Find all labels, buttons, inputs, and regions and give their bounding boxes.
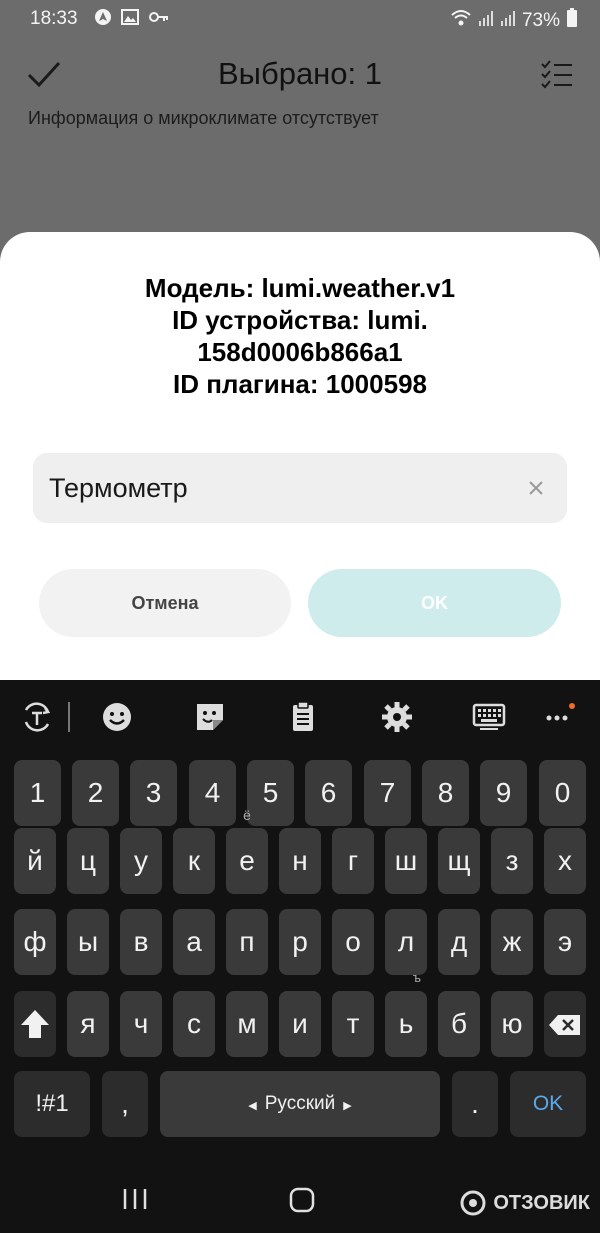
ok-button[interactable]: OK xyxy=(308,569,561,637)
key-9[interactable]: 9 xyxy=(480,760,527,826)
watermark-logo-icon xyxy=(460,1190,486,1216)
image-icon xyxy=(121,8,139,32)
shift-icon xyxy=(21,1010,49,1038)
arrow-right-icon: ▶ xyxy=(343,1100,352,1112)
device-name-input[interactable] xyxy=(49,453,519,523)
keyboard-icon[interactable] xyxy=(472,700,506,734)
key-letter[interactable]: т xyxy=(332,991,374,1057)
keyboard-ok-key[interactable]: OK xyxy=(510,1071,586,1137)
key-0[interactable]: 0 xyxy=(539,760,586,826)
key-letter[interactable]: й xyxy=(14,828,56,894)
status-bar: 18:33 73% xyxy=(0,0,600,38)
key-letter[interactable]: х xyxy=(544,828,586,894)
plugin-id-line: ID плагина: 1000598 xyxy=(173,369,427,399)
key-letter[interactable]: ч xyxy=(120,991,162,1057)
key-label: е xyxy=(239,845,255,876)
rename-dialog: Модель: lumi.weather.v1 ID устройства: l… xyxy=(0,232,600,680)
key-letter[interactable]: о xyxy=(332,909,374,975)
key-letter[interactable]: и xyxy=(279,991,321,1057)
space-language-label: Русский xyxy=(264,1093,336,1114)
emoji-icon[interactable] xyxy=(100,700,134,734)
key-6[interactable]: 6 xyxy=(305,760,352,826)
device-id-line: ID устройства: lumi. xyxy=(172,305,428,335)
key-icon xyxy=(148,8,170,32)
cancel-button[interactable]: Отмена xyxy=(39,569,291,637)
key-letter[interactable]: з xyxy=(491,828,533,894)
key-8[interactable]: 8 xyxy=(422,760,469,826)
key-letter[interactable]: в xyxy=(120,909,162,975)
toolbar-divider xyxy=(68,702,70,732)
model-line: Модель: lumi.weather.v1 xyxy=(144,273,456,303)
key-letter[interactable]: ф xyxy=(14,909,56,975)
key-alt-label: ё xyxy=(243,807,251,823)
watermark-text: ОТЗОВИК xyxy=(493,1191,590,1214)
key-letter[interactable]: р xyxy=(279,909,321,975)
key-alt-label: ъ xyxy=(412,970,421,985)
key-label: ь xyxy=(398,1008,414,1039)
recent-apps-icon[interactable] xyxy=(122,1187,148,1216)
key-1[interactable]: 1 xyxy=(14,760,61,826)
key-letter[interactable]: а xyxy=(173,909,215,975)
arrow-left-icon: ◀ xyxy=(248,1100,257,1112)
key-letter[interactable]: ю xyxy=(491,991,533,1057)
backspace-icon xyxy=(549,1015,580,1035)
select-all-icon[interactable] xyxy=(540,58,574,92)
page-title: Выбрано: 1 xyxy=(217,56,383,91)
keyboard: 1 2 3 4 5 6 7 8 9 0 й ц у к е ё н г ш щ … xyxy=(0,680,600,1173)
home-icon[interactable] xyxy=(288,1187,316,1218)
device-info: Модель: lumi.weather.v1 ID устройства: l… xyxy=(40,272,560,400)
clear-icon[interactable] xyxy=(523,475,549,501)
key-letter[interactable]: ж xyxy=(491,909,533,975)
key-letter[interactable]: п xyxy=(226,909,268,975)
navigation-icon xyxy=(94,8,112,32)
key-letter-e[interactable]: е ё xyxy=(226,808,268,894)
key-2[interactable]: 2 xyxy=(72,760,119,826)
period-key[interactable]: . xyxy=(452,1071,498,1137)
key-letter[interactable]: у xyxy=(120,828,162,894)
wifi-icon xyxy=(450,9,472,33)
battery-icon xyxy=(566,8,578,34)
key-letter[interactable]: с xyxy=(173,991,215,1057)
key-letter[interactable]: ш xyxy=(385,828,427,894)
translate-icon[interactable] xyxy=(20,700,54,734)
symbols-key[interactable]: !#1 xyxy=(14,1071,90,1137)
key-letter[interactable]: д xyxy=(438,909,480,975)
key-letter[interactable]: б xyxy=(438,991,480,1057)
comma-key[interactable]: , xyxy=(102,1071,148,1137)
key-letter[interactable]: к xyxy=(173,828,215,894)
shift-key[interactable] xyxy=(14,991,56,1057)
clipboard-icon[interactable] xyxy=(286,700,320,734)
key-7[interactable]: 7 xyxy=(364,760,411,826)
key-letter[interactable]: ы xyxy=(67,909,109,975)
settings-icon[interactable] xyxy=(380,700,414,734)
battery-percent: 73% xyxy=(521,10,560,31)
key-letter[interactable]: щ xyxy=(438,828,480,894)
backspace-key[interactable] xyxy=(544,991,586,1057)
key-letter[interactable]: н xyxy=(279,828,321,894)
key-letter[interactable]: ц xyxy=(67,828,109,894)
sticker-icon[interactable] xyxy=(193,700,227,734)
signal-icon xyxy=(478,9,494,33)
key-letter-soft-sign[interactable]: ь ъ xyxy=(385,971,427,1057)
key-letter[interactable]: э xyxy=(544,909,586,975)
status-time: 18:33 xyxy=(30,8,78,29)
key-letter[interactable]: я xyxy=(67,991,109,1057)
device-name-field[interactable] xyxy=(33,453,567,523)
more-icon[interactable] xyxy=(545,700,579,734)
device-id-value: 158d0006b866a1 xyxy=(197,337,403,367)
keyboard-toolbar xyxy=(0,680,600,752)
app-header: Выбрано: 1 xyxy=(0,40,600,110)
signal-icon xyxy=(500,9,516,33)
microclimate-info-text: Информация о микроклимате отсутствует xyxy=(28,108,379,128)
key-3[interactable]: 3 xyxy=(130,760,177,826)
key-letter[interactable]: м xyxy=(226,991,268,1057)
watermark: ОТЗОВИК xyxy=(459,1189,590,1217)
key-letter[interactable]: г xyxy=(332,828,374,894)
space-key[interactable]: ◀ Русский ▶ xyxy=(160,1071,440,1137)
key-letter[interactable]: л xyxy=(385,909,427,975)
